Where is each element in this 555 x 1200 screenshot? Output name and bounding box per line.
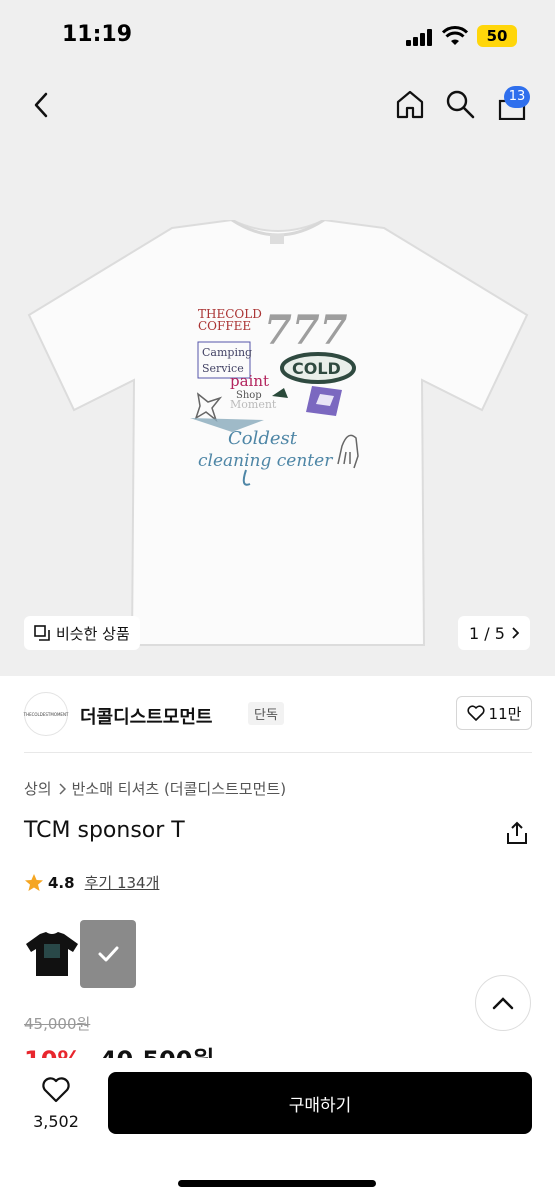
brand-logo-text: THECOLDESTMOMENT: [23, 711, 69, 717]
print-cleaning-center: cleaning center: [198, 451, 333, 471]
heart-icon: [42, 1077, 70, 1103]
status-time: 11:19: [62, 22, 133, 47]
share-icon[interactable]: [504, 820, 530, 846]
signal-icon: [406, 28, 436, 46]
sale-price: 40,500원: [100, 1046, 215, 1058]
print-coldest: Coldest: [228, 428, 298, 449]
chevron-up-icon: [492, 997, 514, 1010]
home-indicator: [178, 1180, 376, 1187]
search-icon: [446, 90, 475, 119]
original-price: 45,000원: [24, 1015, 91, 1033]
divider: [24, 752, 532, 753]
review-count-link[interactable]: 후기 134개: [85, 872, 160, 893]
wishlist-button[interactable]: 3,502: [24, 1076, 88, 1136]
scroll-to-top-button[interactable]: [475, 975, 531, 1031]
bottom-action-bar: 3,502 구매하기: [0, 1058, 555, 1200]
brand-like-count: 11만: [488, 704, 522, 723]
back-icon: [34, 92, 48, 118]
pager-text: 1 / 5: [469, 623, 505, 643]
copy-icon: [34, 625, 50, 641]
search-button[interactable]: [444, 88, 476, 120]
battery-indicator: 50: [477, 25, 517, 47]
chevron-right-icon: [512, 627, 519, 639]
product-image[interactable]: THECOLD COFFEE 777 Camping Service COLD …: [22, 220, 534, 650]
print-paint: paint: [230, 372, 269, 390]
similar-products-label: 비슷한 상품: [56, 624, 130, 643]
status-bar: 11:19 50: [0, 0, 555, 72]
brand-row[interactable]: THECOLDESTMOMENT 더콜디스트모먼트 단독 11만: [24, 692, 532, 736]
wifi-icon: [442, 26, 468, 45]
color-option-black[interactable]: [24, 920, 80, 988]
brand-name[interactable]: 더콜디스트모먼트: [80, 703, 212, 729]
print-777: 777: [264, 307, 348, 354]
discount-rate: 10%: [24, 1046, 81, 1058]
brand-like-button[interactable]: 11만: [456, 696, 532, 730]
print-cold: COLD: [292, 359, 341, 378]
buy-button[interactable]: 구매하기: [108, 1072, 532, 1134]
sale-price-row: 10% 40,500원: [24, 1040, 215, 1058]
rating-row[interactable]: 4.8 후기 134개: [24, 872, 159, 893]
wishlist-count: 3,502: [33, 1112, 79, 1131]
color-option-white-selected[interactable]: [80, 920, 136, 988]
product-title: TCM sponsor T: [24, 818, 185, 843]
check-icon: [98, 946, 119, 962]
breadcrumb: 상의 반소매 티셔츠 (더콜디스트모먼트): [24, 778, 286, 799]
back-button[interactable]: [26, 90, 56, 120]
rating-score: 4.8: [48, 873, 75, 892]
chevron-right-icon: [59, 782, 66, 795]
cart-count-badge: 13: [504, 86, 530, 108]
print-coffee: COFFEE: [198, 319, 251, 333]
similar-products-button[interactable]: 비슷한 상품: [24, 616, 140, 650]
product-image-gallery[interactable]: THECOLD COFFEE 777 Camping Service COLD …: [0, 72, 555, 676]
exclusive-badge: 단독: [248, 702, 284, 725]
breadcrumb-subcategory[interactable]: 반소매 티셔츠 (더콜디스트모먼트): [72, 778, 286, 799]
home-button[interactable]: [394, 88, 426, 120]
star-icon: [25, 873, 43, 891]
print-camping: Camping: [202, 346, 252, 359]
breadcrumb-category[interactable]: 상의: [24, 778, 52, 799]
image-pager[interactable]: 1 / 5: [458, 616, 530, 650]
black-tshirt-thumbnail: [26, 932, 78, 976]
home-icon: [396, 90, 424, 119]
brand-logo[interactable]: THECOLDESTMOMENT: [24, 692, 68, 736]
heart-icon: [467, 705, 485, 721]
print-moment: Moment: [230, 398, 277, 411]
